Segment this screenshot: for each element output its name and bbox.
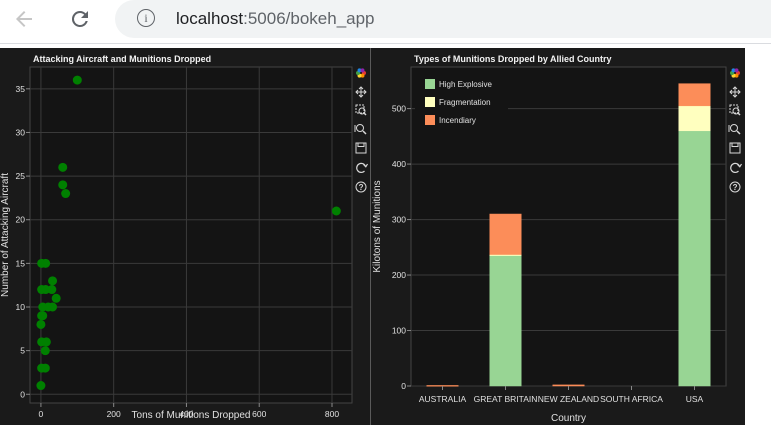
scatter-title: Attacking Aircraft and Munitions Dropped bbox=[33, 54, 211, 64]
legend-swatch bbox=[425, 97, 435, 107]
scatter-point bbox=[61, 189, 71, 199]
bokeh-app: 0 200 400 600 800 0 5 10 15 20 25 30 35 Attacking Air… bbox=[0, 48, 745, 425]
bar-y-tick-label: 500 bbox=[392, 104, 406, 114]
bar-segment bbox=[489, 255, 522, 387]
info-icon[interactable]: i bbox=[137, 9, 155, 27]
scatter-point bbox=[41, 337, 51, 347]
bar-title: Types of Munitions Dropped by Allied Cou… bbox=[414, 54, 612, 64]
bar-segment bbox=[678, 130, 711, 387]
scatter-point bbox=[36, 381, 46, 391]
back-arrow-icon[interactable] bbox=[11, 6, 37, 32]
logo-dot bbox=[734, 68, 739, 73]
legend-label: High Explosive bbox=[439, 80, 492, 89]
scatter-point bbox=[38, 311, 48, 321]
scatter-point bbox=[51, 293, 61, 303]
scatter-point bbox=[40, 346, 50, 356]
scatter-point bbox=[48, 302, 58, 312]
bar-y-tick-label: 400 bbox=[392, 159, 406, 169]
charts-canvas: 0 200 400 600 800 0 5 10 15 20 25 30 35 Attacking Air… bbox=[0, 48, 745, 425]
scatter-x-axis-label: Tons of Munitions Dropped bbox=[132, 410, 251, 421]
bar-x-tick-label: AUSTRALIA bbox=[419, 394, 467, 404]
bar-y-tick-label: 100 bbox=[392, 326, 406, 336]
scatter-point bbox=[36, 319, 46, 329]
url-text[interactable]: localhost:5006/bokeh_app bbox=[176, 9, 375, 29]
scatter-x-tick-label: 600 bbox=[252, 409, 266, 419]
scatter-y-tick-label: 5 bbox=[20, 346, 25, 356]
legend-swatch bbox=[425, 79, 435, 89]
bar-y-tick-label: 200 bbox=[392, 270, 406, 280]
bar-x-axis-label: Country bbox=[551, 413, 586, 424]
scatter-point bbox=[41, 258, 51, 268]
scatter-x-tick-label: 0 bbox=[39, 409, 44, 419]
bar-segment bbox=[489, 213, 522, 255]
scatter-y-axis-label: Number of Attacking Aircraft bbox=[0, 173, 11, 297]
scatter-y-tick-label: 15 bbox=[16, 258, 26, 268]
scatter-y-tick-label: 0 bbox=[20, 389, 25, 399]
scatter-y-tick-label: 10 bbox=[16, 302, 26, 312]
scatter-y-tick-label: 25 bbox=[16, 171, 26, 181]
bar-legend: High Explosive Fragmentation Incendiary bbox=[415, 71, 508, 133]
browser-separator bbox=[0, 43, 771, 44]
logo-dot bbox=[360, 68, 365, 73]
scatter-y-tick-label: 35 bbox=[16, 84, 26, 94]
bar-y-tick-label: 0 bbox=[401, 381, 406, 391]
browser-toolbar: i localhost:5006/bokeh_app bbox=[0, 0, 771, 38]
bar-segment bbox=[552, 384, 585, 387]
scatter-point bbox=[58, 162, 68, 172]
scatter-point bbox=[72, 75, 82, 85]
reload-icon[interactable] bbox=[67, 6, 93, 32]
bar-segment bbox=[678, 83, 711, 107]
legend-swatch bbox=[425, 115, 435, 125]
scatter-x-tick-label: 200 bbox=[107, 409, 121, 419]
legend-label: Incendiary bbox=[439, 116, 476, 125]
scatter-point bbox=[40, 363, 50, 373]
bar-segment bbox=[678, 105, 711, 132]
bar-x-tick-label: USA bbox=[686, 394, 704, 404]
scatter-x-tick-label: 800 bbox=[325, 409, 339, 419]
scatter-chart: 0 200 400 600 80005101520253035Attacking Air… bbox=[0, 54, 353, 421]
scatter-point bbox=[331, 206, 341, 216]
scatter-point bbox=[48, 276, 58, 286]
url-path: :5006/bokeh_app bbox=[243, 9, 375, 28]
bar-y-axis-label: Kilotons of Munitions bbox=[372, 180, 383, 272]
url-host: localhost bbox=[176, 9, 244, 28]
bar-chart: 0 100 200 300 400 500 AUSTRALIA GREAT BRITAIN NE… bbox=[372, 54, 727, 424]
scatter-point bbox=[58, 180, 68, 190]
bar-x-tick-label: GREAT BRITAIN bbox=[474, 394, 538, 404]
scatter-plot-area bbox=[29, 66, 353, 404]
help-glyph: ? bbox=[359, 183, 364, 192]
scatter-y-tick-label: 30 bbox=[16, 127, 26, 137]
legend-label: Fragmentation bbox=[439, 98, 491, 107]
scatter-point bbox=[41, 285, 51, 295]
scatter-y-tick-label: 20 bbox=[16, 215, 26, 225]
bar-y-tick-label: 300 bbox=[392, 215, 406, 225]
bar-x-tick-label: NEW ZEALAND bbox=[538, 394, 599, 404]
help-glyph: ? bbox=[733, 183, 738, 192]
bar-x-tick-label: SOUTH AFRICA bbox=[600, 394, 663, 404]
